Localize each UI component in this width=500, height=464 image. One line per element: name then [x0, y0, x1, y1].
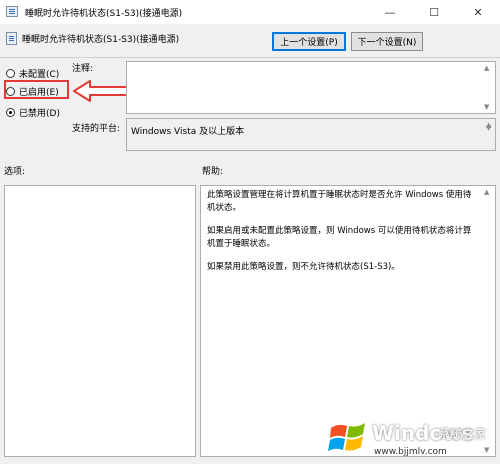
watermark: Windows 系统之家 www.bjjmlv.com	[318, 414, 500, 464]
platform-scrollbar[interactable]: ▲ ▼	[482, 119, 495, 150]
radio-not-configured-label: 未配置(C)	[19, 70, 60, 80]
help-section-label: 帮助:	[202, 167, 224, 177]
close-button[interactable]: ✕	[456, 0, 500, 24]
supported-label: 支持的平台:	[72, 124, 121, 134]
scroll-down-icon[interactable]: ▼	[484, 103, 489, 111]
scroll-up-icon[interactable]: ▲	[484, 188, 489, 196]
radio-not-configured[interactable]: 未配置(C)	[6, 67, 59, 80]
options-panel	[4, 185, 196, 457]
policy-name: 睡眠时允许待机状态(S1-S3)(接通电源)	[22, 35, 180, 45]
prev-setting-button[interactable]: 上一个设置(P)	[272, 32, 346, 51]
watermark-url: www.bjjmlv.com	[374, 447, 447, 457]
scroll-up-icon[interactable]: ▲	[484, 64, 489, 72]
radio-not-configured-dot[interactable]	[6, 69, 15, 78]
watermark-cn: 系统之家	[438, 427, 487, 441]
supported-platform-field: Windows Vista 及以上版本 ▲ ▼	[126, 118, 496, 151]
window-title: 睡眠时允许待机状态(S1-S3)(接通电源)	[25, 9, 183, 19]
highlight-box	[4, 80, 69, 99]
scroll-down-icon[interactable]: ▼	[486, 124, 491, 148]
help-text: 此策略设置管理在将计算机置于睡眠状态时是否允许 Windows 使用待机状态。 …	[201, 186, 482, 287]
comment-label: 注释:	[72, 64, 94, 74]
help-paragraph-3: 如果禁用此策略设置，则不允许待机状态(S1-S3)。	[207, 262, 400, 272]
comment-scrollbar[interactable]: ▲ ▼	[482, 62, 495, 113]
radio-disabled-dot[interactable]	[6, 108, 15, 117]
windows-logo-icon	[328, 423, 365, 451]
header-divider	[0, 57, 500, 58]
options-section-label: 选项:	[4, 167, 26, 177]
policy-app-icon	[6, 6, 18, 17]
next-setting-button[interactable]: 下一个设置(N)	[351, 32, 423, 51]
policy-setting-icon	[6, 32, 17, 45]
help-paragraph-2: 如果启用或未配置此策略设置，则 Windows 可以使用待机状态将计算机置于睡眠…	[207, 226, 472, 249]
maximize-button[interactable]: ☐	[412, 0, 456, 24]
supported-platform-value: Windows Vista 及以上版本	[131, 127, 245, 137]
comment-textarea[interactable]: ▲ ▼	[126, 61, 496, 114]
help-paragraph-1: 此策略设置管理在将计算机置于睡眠状态时是否允许 Windows 使用待机状态。	[207, 190, 472, 213]
radio-disabled[interactable]: 已禁用(D)	[6, 106, 60, 119]
policy-header: 睡眠时允许待机状态(S1-S3)(接通电源) 上一个设置(P) 下一个设置(N)	[0, 24, 500, 54]
title-bar: 睡眠时允许待机状态(S1-S3)(接通电源) — ☐ ✕	[0, 0, 500, 24]
radio-disabled-label: 已禁用(D)	[19, 109, 60, 119]
minimize-button[interactable]: —	[368, 0, 412, 24]
policy-dialog: 睡眠时允许待机状态(S1-S3)(接通电源) — ☐ ✕ 睡眠时允许待机状态(S…	[0, 0, 500, 464]
